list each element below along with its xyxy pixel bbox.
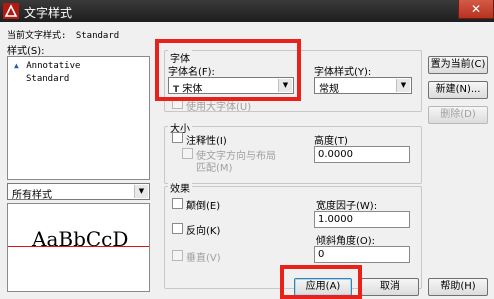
preview-baseline [8,246,149,247]
window-title: 文字样式 [24,6,73,20]
annotative-label: 注释性(I) [186,136,227,147]
height-label: 高度(T) [314,136,348,147]
backwards-label: 反向(K) [186,226,221,237]
current-style-value: Standard [75,31,120,41]
backwards-checkbox[interactable] [172,223,183,234]
close-icon: ✕ [470,2,482,16]
list-item[interactable]: ▲ Annotative [14,61,80,71]
annotative-triangle-icon: ▲ [14,61,19,70]
cancel-button[interactable]: 取消 [361,278,419,296]
delete-style-button[interactable]: 删除(D) [428,106,488,124]
match-orientation-label-2: 匹配(M) [196,163,233,174]
vertical-label: 垂直(V) [186,253,221,264]
width-factor-label: 宽度因子(W): [316,201,378,212]
list-item[interactable]: Standard [26,74,69,84]
apply-button-highlight [280,265,362,299]
width-factor-field[interactable]: 1.0000 [314,211,410,228]
height-field[interactable]: 0.0000 [314,146,410,163]
preview-panel: AaBbCcD [7,203,150,292]
upside-down-checkbox[interactable] [172,198,183,209]
font-style-dropdown[interactable]: 常规 ▼ [314,77,412,95]
oblique-angle-label: 倾斜角度(O): [316,236,376,247]
close-button[interactable]: ✕ [458,0,494,19]
style-filter-value: 所有样式 [12,190,52,201]
annotative-checkbox[interactable] [172,132,183,143]
vertical-checkbox[interactable] [172,250,183,261]
help-button[interactable]: 帮助(H) [428,278,488,296]
current-style-label: 当前文字样式: [7,31,67,41]
oblique-angle-field[interactable]: 0 [314,246,410,263]
upside-down-label: 颠倒(E) [186,201,221,212]
set-current-button[interactable]: 置为当前(C) [428,56,488,74]
match-orientation-checkbox[interactable] [182,148,193,159]
styles-list[interactable]: ▲ Annotative Standard [7,56,150,180]
chevron-down-icon[interactable]: ▼ [396,79,410,92]
effects-group-title: 效果 [168,180,192,195]
current-style-row: 当前文字样式: Standard [7,28,119,41]
title-bar: 文字样式 ✕ [0,0,494,22]
new-style-button[interactable]: 新建(N)... [428,81,488,99]
preview-text: AaBbCcD [32,227,129,251]
chevron-down-icon[interactable]: ▼ [134,185,148,198]
autocad-app-icon[interactable] [3,3,19,19]
font-style-value: 常规 [319,84,339,95]
dialog-client-area: 当前文字样式: Standard 样式(S): ▲ Annotative Sta… [0,22,494,299]
font-name-highlight [155,39,301,101]
styles-label: 样式(S): [7,46,45,57]
style-filter-dropdown[interactable]: 所有样式 ▼ [7,183,150,201]
font-style-label: 字体样式(Y): [314,67,372,78]
